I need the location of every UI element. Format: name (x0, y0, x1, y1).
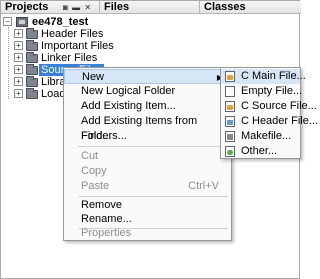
context-menu: New ▶ New Logical Folder Add Existing It… (63, 67, 232, 241)
submenu-item-c-source-file[interactable]: C Source File... (221, 99, 317, 114)
menu-item-properties: Properties (81, 227, 132, 239)
submenu-item-other[interactable]: Other... (221, 144, 300, 159)
folder-icon (26, 88, 38, 99)
tree-project-row[interactable]: − ee478_test (3, 16, 99, 28)
menu-item-new-logical-folder[interactable]: New Logical Folder (64, 84, 231, 99)
tree-folder-label: Linker Files (41, 52, 98, 64)
menu-separator (78, 146, 228, 147)
tree-connector-line (8, 27, 9, 99)
menu-separator (78, 196, 228, 197)
tab-list-icon[interactable]: ◙ (63, 3, 69, 12)
submenu-item-label: C Main File... (241, 70, 306, 82)
menu-item-label: Paste (81, 180, 110, 192)
panel-header: Projects ◙ ▬ ✕ Files Classes (1, 1, 301, 14)
expand-icon[interactable]: + (14, 41, 23, 50)
menu-item-add-existing-item[interactable]: Add Existing Item... (64, 99, 231, 114)
collapse-icon[interactable]: − (3, 17, 12, 26)
menu-item-cut: Cut (81, 150, 99, 162)
menu-item-copy: Copy (81, 165, 107, 177)
empty-file-icon (225, 86, 235, 97)
folder-icon (26, 64, 38, 75)
folder-icon (26, 76, 38, 87)
other-file-icon (225, 146, 235, 157)
c-source-file-icon (225, 101, 235, 112)
new-submenu: C Main File... Empty File... C Source Fi… (220, 67, 318, 159)
folder-icon (26, 40, 38, 51)
c-header-file-icon (225, 116, 235, 127)
panel-controls: ◙ ▬ ✕ (63, 3, 92, 12)
submenu-item-c-header-file[interactable]: C Header File... (221, 114, 318, 129)
menu-item-paste: Paste Ctrl+V (64, 179, 231, 194)
submenu-item-c-main-file[interactable]: C Main File... (221, 69, 306, 84)
folder-icon (26, 28, 38, 39)
expand-icon[interactable]: + (14, 77, 23, 86)
menu-item-rename[interactable]: Rename... (64, 212, 231, 227)
menu-item-label: New (82, 71, 105, 83)
project-icon (16, 17, 28, 27)
menu-item-remove[interactable]: Remove (64, 198, 231, 213)
project-name: ee478_test (32, 16, 89, 28)
minimize-icon[interactable]: ▬ (72, 3, 81, 12)
tree-folder-label: Header Files (41, 28, 104, 40)
submenu-item-label: Other... (241, 145, 278, 157)
window-frame: Projects ◙ ▬ ✕ Files Classes − ee478_tes… (0, 0, 318, 279)
c-main-file-icon (225, 71, 235, 82)
expand-icon[interactable]: + (14, 29, 23, 38)
tree-folder-label: Important Files (41, 40, 114, 52)
menu-item-find[interactable]: Find... (64, 129, 231, 144)
close-icon[interactable]: ✕ (84, 3, 92, 12)
menu-item-add-existing-items-from-folders[interactable]: Add Existing Items from Folders... (64, 114, 231, 142)
expand-icon[interactable]: + (14, 65, 23, 74)
submenu-item-label: Makefile... (241, 130, 292, 142)
expand-icon[interactable]: + (14, 89, 23, 98)
submenu-item-empty-file[interactable]: Empty File... (221, 84, 303, 99)
submenu-item-label: Empty File... (241, 85, 303, 97)
folder-icon (26, 52, 38, 63)
menu-shortcut: Ctrl+V (188, 180, 219, 192)
tab-classes[interactable]: Classes (199, 1, 301, 14)
submenu-item-label: C Header File... (241, 115, 319, 127)
submenu-item-label: C Source File... (241, 100, 317, 112)
expand-icon[interactable]: + (14, 53, 23, 62)
menu-item-new[interactable]: New ▶ (64, 69, 231, 84)
tab-files[interactable]: Files (99, 1, 199, 14)
makefile-icon (225, 131, 235, 142)
submenu-item-makefile[interactable]: Makefile... (221, 129, 300, 144)
